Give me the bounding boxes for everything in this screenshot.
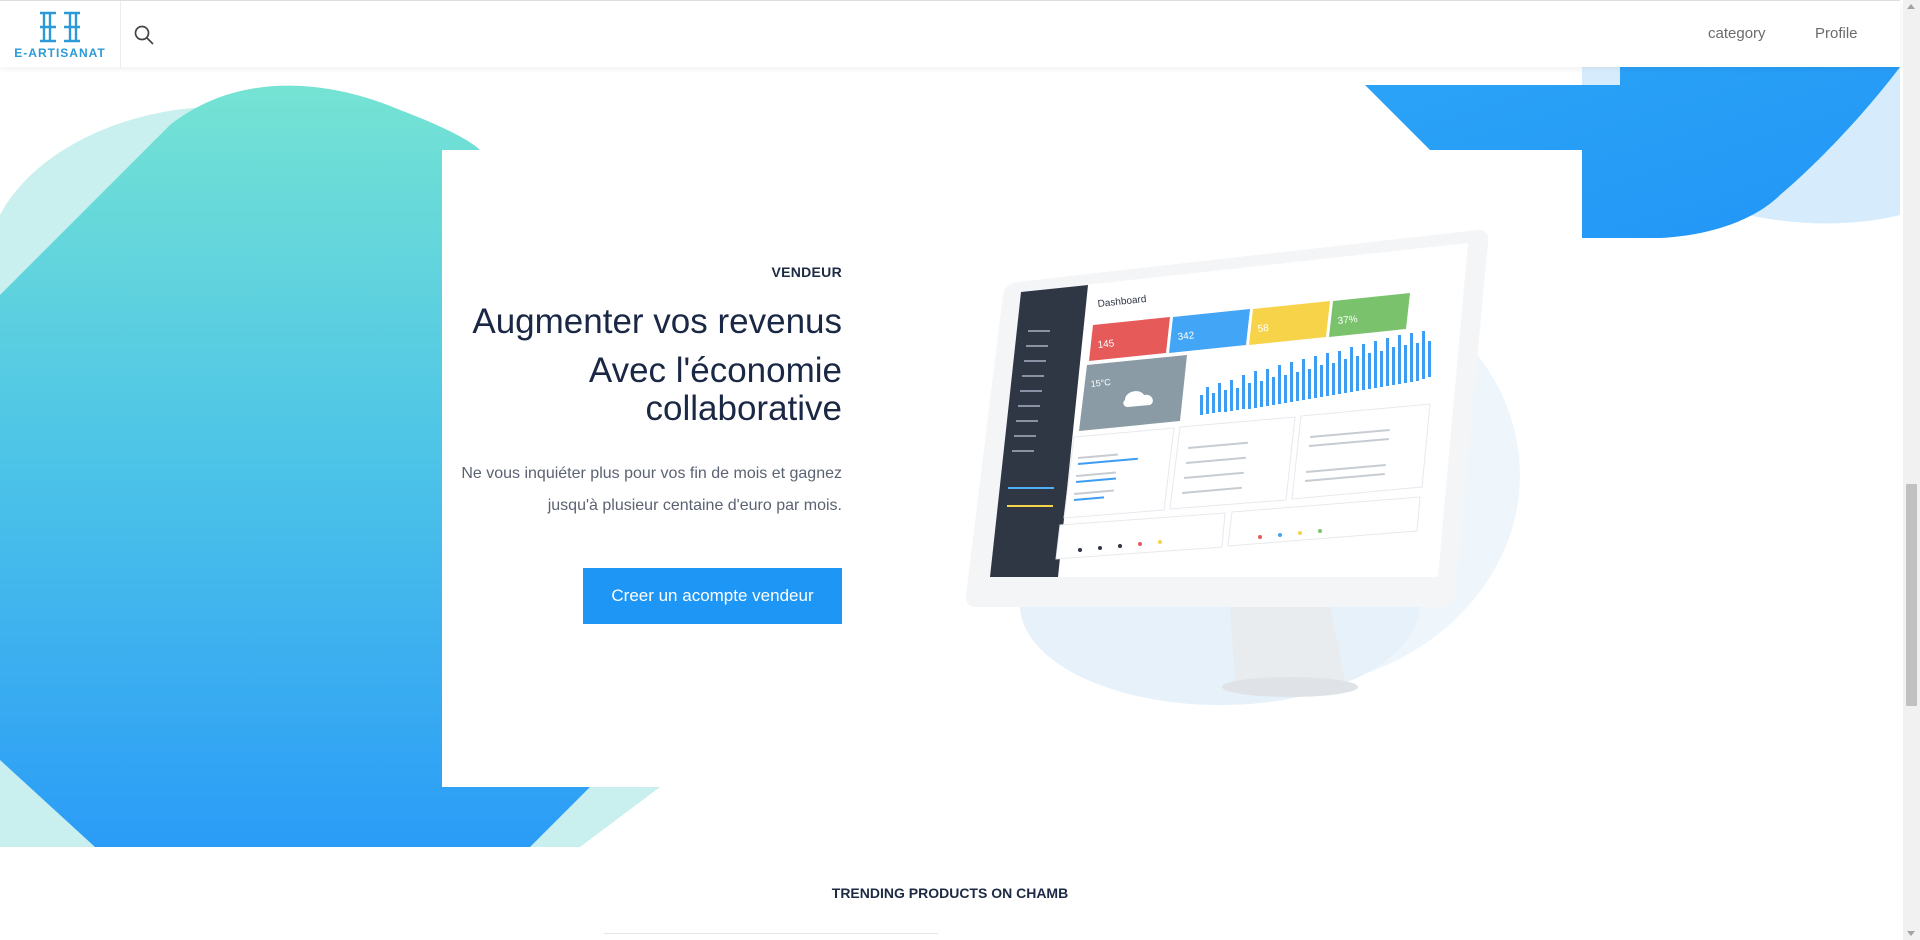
stat-value: 342 <box>1177 330 1195 343</box>
hero-title-line2: Avec l'économie collaborative <box>588 351 842 428</box>
search-icon <box>134 25 154 45</box>
hero-title-line1: Augmenter vos revenus <box>472 302 842 341</box>
hero-eyebrow: VENDEUR <box>771 264 842 280</box>
stat-value: 37% <box>1337 314 1358 327</box>
stat-value: 145 <box>1097 338 1115 351</box>
stat-value: 58 <box>1257 323 1270 335</box>
search-button[interactable] <box>133 24 155 46</box>
trending-products-heading: TRENDING PRODUCTS ON CHAMB <box>831 885 1069 901</box>
logo-icon <box>40 11 80 42</box>
logo-text: E-ARTISANAT <box>14 45 106 60</box>
scroll-up-arrow-icon[interactable] <box>1907 4 1915 9</box>
scroll-down-arrow-icon[interactable] <box>1907 931 1915 936</box>
create-seller-account-button[interactable]: Creer un acompte vendeur <box>583 568 842 624</box>
brand-logo[interactable]: E-ARTISANAT <box>0 1 121 68</box>
dashboard-monitor-illustration: Dashboard 145 342 58 37% 15°C <box>965 229 1520 705</box>
scrollbar-thumb[interactable] <box>1906 484 1917 706</box>
page-scrollbar[interactable] <box>1903 0 1920 940</box>
section-divider <box>604 933 938 934</box>
hero-lead-text: Ne vous inquiéter plus pour vos fin de m… <box>461 465 842 514</box>
nav-profile-link[interactable]: Profile <box>1815 25 1858 42</box>
page: E-ARTISANAT category Profile VENDEUR Aug… <box>0 0 1920 940</box>
nav-category-link[interactable]: category <box>1708 25 1766 42</box>
top-header: E-ARTISANAT category Profile <box>0 0 1900 68</box>
weather-temp: 15°C <box>1090 377 1112 389</box>
